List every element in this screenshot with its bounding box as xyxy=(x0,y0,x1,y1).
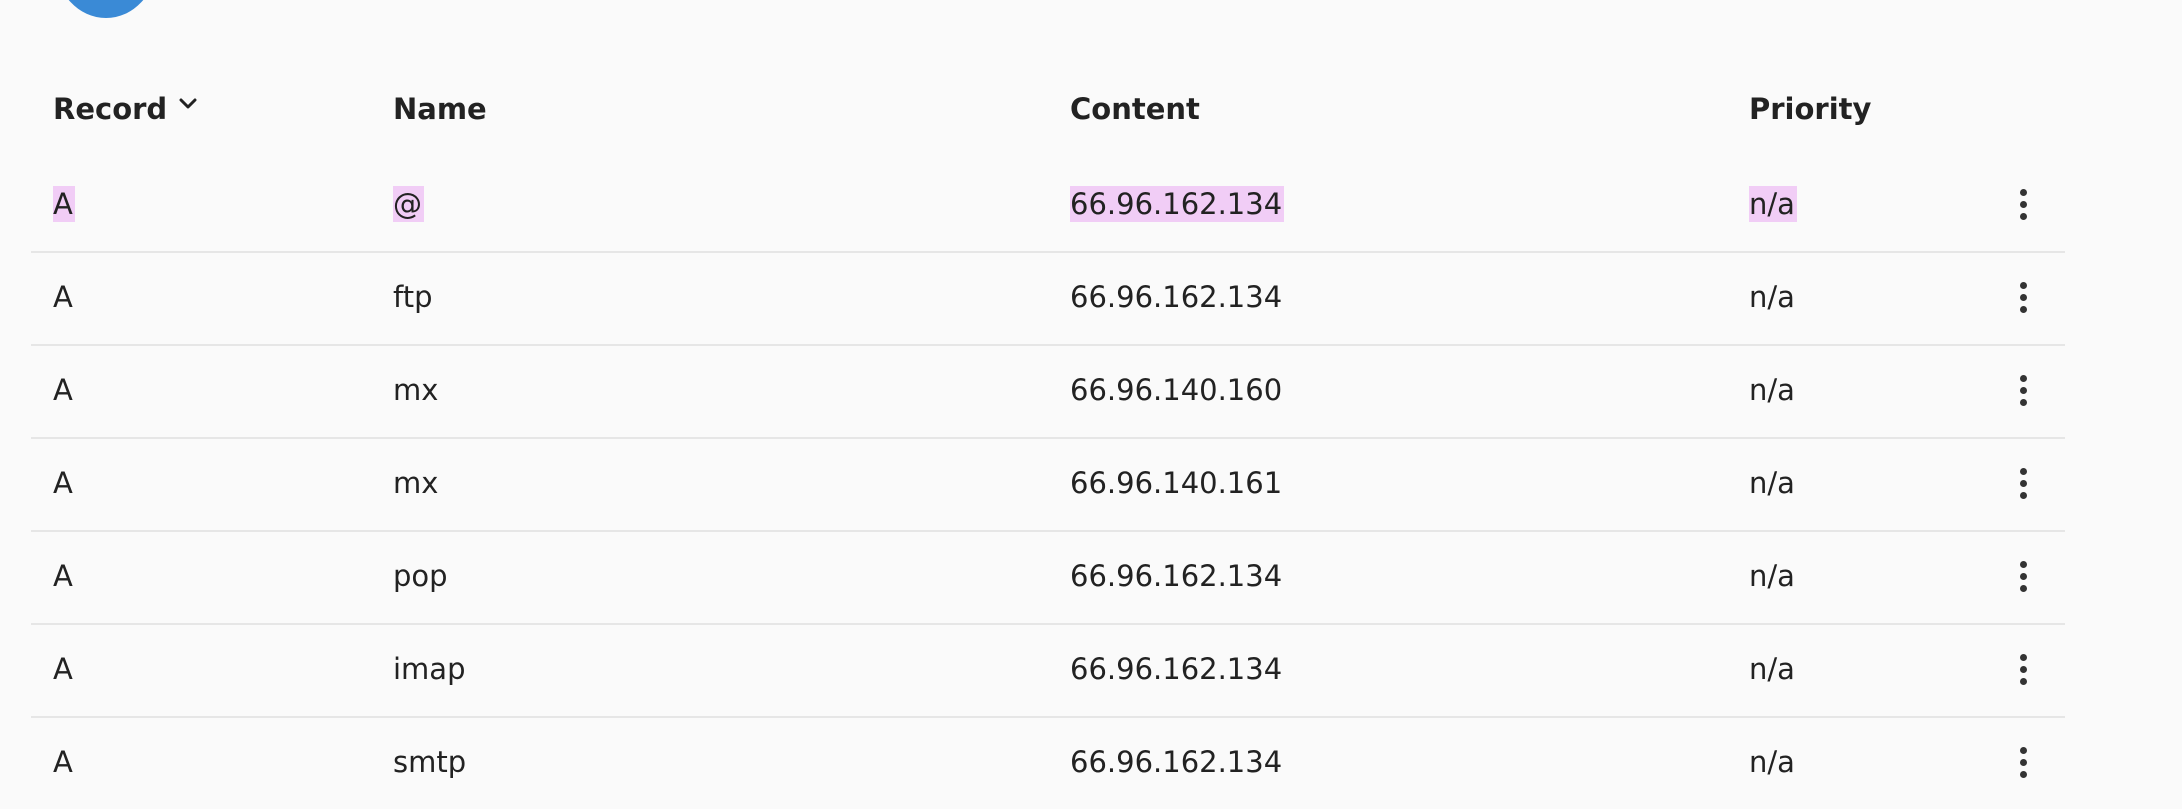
record-type-cell: A xyxy=(53,280,73,314)
table-row: A mx 66.96.140.160 n/a xyxy=(31,346,2065,439)
chevron-down-icon[interactable] xyxy=(179,98,197,112)
content-cell: 66.96.162.134 xyxy=(1070,559,1283,593)
priority-cell: n/a xyxy=(1749,559,1795,593)
dns-records-table: Record Name Content Priority A @ 66.96.1… xyxy=(31,60,2065,809)
table-row: A mx 66.96.140.161 n/a xyxy=(31,439,2065,532)
priority-cell: n/a xyxy=(1749,745,1795,779)
content-column-header: Content xyxy=(1070,92,1200,126)
kebab-menu-icon[interactable] xyxy=(2011,463,2035,503)
content-cell: 66.96.162.134 xyxy=(1070,186,1285,222)
record-type-cell: A xyxy=(53,186,75,222)
kebab-menu-icon[interactable] xyxy=(2011,649,2035,689)
record-type-cell: A xyxy=(53,652,73,686)
name-cell: @ xyxy=(393,186,424,222)
priority-column-header: Priority xyxy=(1749,92,1871,126)
table-row: A ftp 66.96.162.134 n/a xyxy=(31,253,2065,346)
table-body: A @ 66.96.162.134 n/a A ftp 66.96.162.13… xyxy=(31,160,2065,809)
priority-header-label: Priority xyxy=(1749,92,1872,126)
content-cell: 66.96.162.134 xyxy=(1070,745,1283,779)
kebab-menu-icon[interactable] xyxy=(2011,742,2035,782)
name-column-header: Name xyxy=(393,92,487,126)
record-column-header[interactable]: Record xyxy=(53,92,197,126)
priority-cell: n/a xyxy=(1749,280,1795,314)
record-type-cell: A xyxy=(53,466,73,500)
content-cell: 66.96.140.160 xyxy=(1070,373,1283,407)
name-cell: mx xyxy=(393,373,439,407)
content-cell: 66.96.140.161 xyxy=(1070,466,1283,500)
table-row: A @ 66.96.162.134 n/a xyxy=(31,160,2065,253)
priority-cell: n/a xyxy=(1749,186,1797,222)
kebab-menu-icon[interactable] xyxy=(2011,370,2035,410)
name-cell: ftp xyxy=(393,280,433,314)
record-type-cell: A xyxy=(53,745,73,779)
table-header: Record Name Content Priority xyxy=(31,60,2065,160)
name-cell: smtp xyxy=(393,745,467,779)
content-cell: 66.96.162.134 xyxy=(1070,652,1283,686)
record-type-cell: A xyxy=(53,373,73,407)
priority-cell: n/a xyxy=(1749,373,1795,407)
name-cell: mx xyxy=(393,466,439,500)
name-header-label: Name xyxy=(393,92,487,126)
table-row: A imap 66.96.162.134 n/a xyxy=(31,625,2065,718)
priority-cell: n/a xyxy=(1749,652,1795,686)
record-header-label: Record xyxy=(53,92,168,126)
kebab-menu-icon[interactable] xyxy=(2011,277,2035,317)
kebab-menu-icon[interactable] xyxy=(2011,184,2035,224)
content-cell: 66.96.162.134 xyxy=(1070,280,1283,314)
priority-cell: n/a xyxy=(1749,466,1795,500)
content-header-label: Content xyxy=(1070,92,1200,126)
table-row: A pop 66.96.162.134 n/a xyxy=(31,532,2065,625)
kebab-menu-icon[interactable] xyxy=(2011,556,2035,596)
table-row: A smtp 66.96.162.134 n/a xyxy=(31,718,2065,809)
name-cell: imap xyxy=(393,652,466,686)
name-cell: pop xyxy=(393,559,448,593)
avatar[interactable] xyxy=(56,0,156,18)
record-type-cell: A xyxy=(53,559,73,593)
